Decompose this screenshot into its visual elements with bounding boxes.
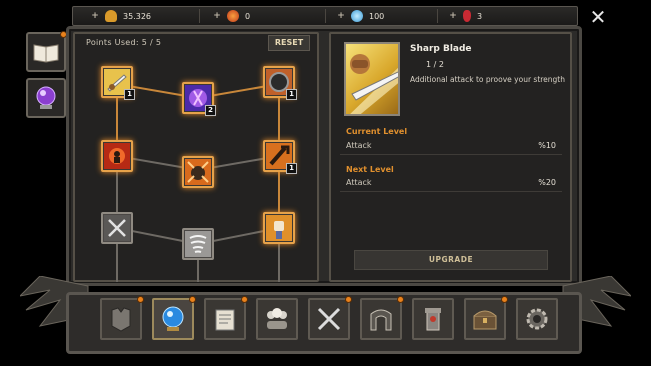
current-level-heading: Current Level <box>346 127 408 136</box>
stat-divider <box>340 191 562 192</box>
next-stat-value: %20 <box>538 178 556 187</box>
skill-node-warrior-fire[interactable] <box>101 140 133 172</box>
skill-rank: 1 / 2 <box>426 60 444 69</box>
gear-icon <box>526 308 548 330</box>
notification-dot <box>241 296 248 303</box>
current-stat-value: %10 <box>538 141 556 150</box>
notification-dot <box>137 296 144 303</box>
notification-dot <box>189 296 196 303</box>
skill-level-badge: 1 <box>286 89 297 100</box>
skill-node-purple-aura[interactable]: 2 <box>182 82 216 116</box>
warrior-fire-icon <box>104 143 130 169</box>
whirlwind-icon <box>185 231 211 257</box>
skill-node-sharp-blade[interactable]: 1 <box>101 66 135 100</box>
skill-title: Sharp Blade <box>410 44 472 54</box>
skill-description: Additional attack to proove your strengt… <box>410 75 566 84</box>
notification-dot <box>397 296 404 303</box>
sharp-blade-icon <box>350 54 398 114</box>
armor-icon <box>111 307 131 332</box>
skill-node-raised-fist[interactable] <box>263 212 295 244</box>
current-stat-label: Attack <box>346 141 372 150</box>
skill-node-whirlwind[interactable] <box>182 228 214 260</box>
tower-icon <box>425 308 441 331</box>
dock-battle[interactable] <box>308 296 352 340</box>
crossed-swords-icon <box>317 307 341 331</box>
notification-dot <box>345 296 352 303</box>
dock-settings[interactable] <box>516 298 558 340</box>
heroes-group-icon <box>267 308 287 329</box>
dock-armor[interactable] <box>100 296 144 340</box>
skill-node-fist-impact[interactable] <box>182 156 214 188</box>
skill-level-badge: 2 <box>205 105 216 116</box>
dock-scroll[interactable] <box>204 296 248 340</box>
upgrade-button[interactable]: UPGRADE <box>354 250 548 270</box>
next-level-heading: Next Level <box>346 165 394 174</box>
skill-node-crossed-swords[interactable] <box>101 212 133 244</box>
skill-level-badge: 1 <box>286 163 297 174</box>
stat-divider <box>340 154 562 155</box>
treasure-chest-icon <box>473 310 497 330</box>
skill-node-shield[interactable]: 1 <box>263 66 297 100</box>
raised-fist-icon <box>266 215 292 241</box>
dock-tower[interactable] <box>412 298 454 340</box>
crystal-orb-icon <box>162 306 184 331</box>
skill-level-badge: 1 <box>124 89 135 100</box>
skill-node-fire-sword[interactable]: 1 <box>263 140 297 174</box>
notification-dot <box>501 296 508 303</box>
dock-gate[interactable] <box>360 296 404 340</box>
fist-impact-icon <box>185 159 211 185</box>
scroll-icon <box>215 309 235 331</box>
next-stat-label: Attack <box>346 178 372 187</box>
selected-skill-icon <box>344 42 400 116</box>
dock-treasure[interactable] <box>464 296 508 340</box>
gate-icon <box>370 309 392 331</box>
dock-heroes[interactable] <box>256 298 298 340</box>
dock-crystal-orb[interactable] <box>152 296 196 340</box>
crossed-swords-icon <box>104 215 130 241</box>
